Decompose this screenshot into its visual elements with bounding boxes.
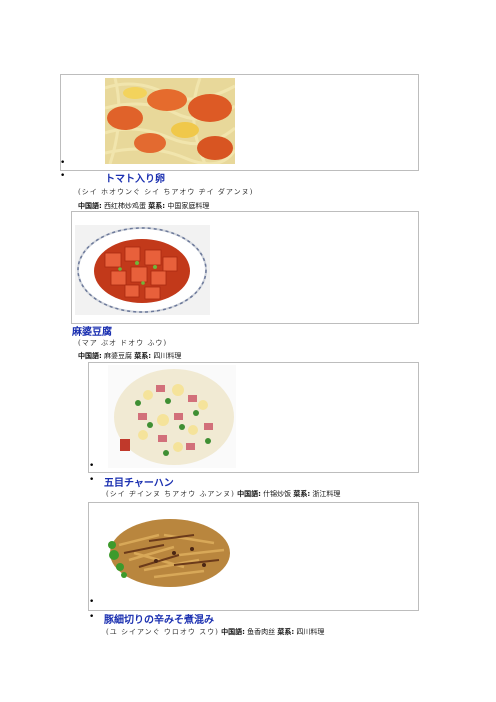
bullet-yuxiang-pork: • — [89, 612, 95, 622]
chinese-name: 西红柿炒鸡蛋 — [104, 202, 147, 210]
dish-info-mapo-tofu: 中国語: 麻婆豆腐 菜系: 四川料理 — [78, 351, 181, 361]
category-value: 四川料理 — [296, 628, 325, 636]
mapo-tofu-photo — [75, 225, 210, 315]
category-value: 浙江料理 — [312, 490, 341, 498]
chinese-label: 中国語: — [237, 490, 261, 498]
yuxiang-pork-photo — [104, 505, 236, 593]
chinese-label: 中国語: — [78, 352, 102, 360]
dish-info-tomato-egg: 中国語: 西红柿炒鸡蛋 菜系: 中国家庭料理 — [78, 201, 209, 211]
dish-info-fried-rice: (シイ ヂインヌ ちアオウ ふアンヌ) 中国語: 什锦炒饭 菜系: 浙江料理 — [106, 489, 340, 499]
chinese-name: 麻婆豆腐 — [104, 352, 133, 360]
category-value: 中国家庭料理 — [167, 202, 210, 210]
category-label: 菜系: — [134, 352, 152, 360]
dish-reading-yuxiang-pork: (ユ シイアンぐ ウロオウ スウ) — [106, 628, 219, 636]
tomato-egg-noodles-photo — [105, 78, 235, 164]
dish-reading-fried-rice: (シイ ヂインヌ ちアオウ ふアンヌ) — [106, 490, 235, 498]
bullet-tomato-egg: • — [60, 171, 66, 181]
dish-title-tomato-egg: トマト入り卵 — [105, 174, 165, 185]
bullet-empty: • — [60, 158, 66, 168]
bullet-empty: • — [89, 597, 95, 607]
chinese-name: 鱼香肉丝 — [247, 628, 276, 636]
dish-info-yuxiang-pork: (ユ シイアンぐ ウロオウ スウ) 中国語: 鱼香肉丝 菜系: 四川料理 — [106, 627, 324, 637]
dish-title-mapo-tofu: 麻婆豆腐 — [72, 327, 112, 338]
dish-title-fried-rice: 五目チャーハン — [104, 478, 174, 489]
bullet-fried-rice: • — [89, 475, 95, 485]
bullet-empty: • — [89, 461, 95, 471]
dish-reading-tomato-egg: (シイ ホオウンぐ シイ ちアオウ ヂイ ダアンヌ) — [78, 188, 254, 196]
fried-rice-photo — [108, 365, 236, 468]
dish-reading-mapo-tofu: (マア ぶオ ドオウ ふウ) — [78, 339, 168, 347]
chinese-name: 什锦炒饭 — [263, 490, 292, 498]
chinese-label: 中国語: — [221, 628, 245, 636]
category-value: 四川料理 — [153, 352, 182, 360]
category-label: 菜系: — [277, 628, 295, 636]
category-label: 菜系: — [293, 490, 311, 498]
category-label: 菜系: — [148, 202, 166, 210]
chinese-label: 中国語: — [78, 202, 102, 210]
dish-title-yuxiang-pork: 豚細切りの辛みそ煮混み — [104, 615, 214, 626]
